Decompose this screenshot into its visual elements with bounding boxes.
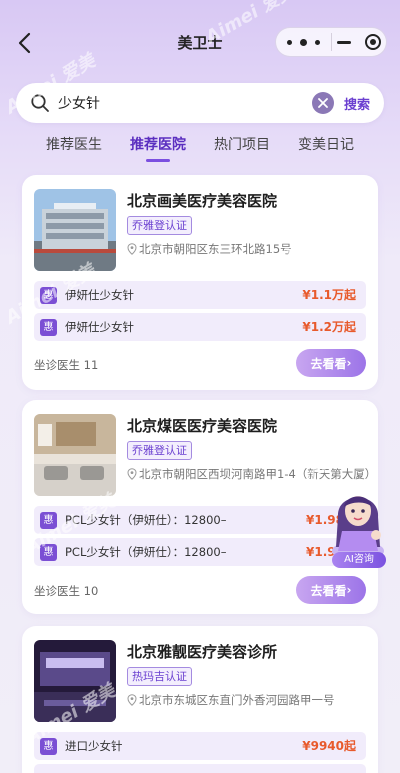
clear-search-button[interactable]	[311, 92, 334, 114]
active-tab-indicator	[146, 159, 170, 162]
view-hospital-button[interactable]: 去看看 ›	[296, 349, 366, 377]
promo-title: 伊妍仕少女针	[65, 288, 134, 302]
promo-price: ¥9940起	[302, 739, 356, 753]
discount-tag: 惠	[40, 318, 57, 336]
hospital-name: 北京画美医疗美容医院	[127, 192, 278, 210]
minimize-icon[interactable]	[336, 40, 351, 44]
tab-hot-projects[interactable]: 热门项目	[214, 134, 270, 154]
search-input[interactable]: 少女针	[58, 93, 312, 113]
promo-title: 伊妍仕少女针	[65, 320, 134, 334]
hospital-address: 北京市朝阳区东三环北路15号	[127, 241, 292, 257]
chevron-right-icon: ›	[346, 583, 352, 597]
discount-tag: 惠	[40, 286, 57, 304]
search-bar: 少女针 搜索	[16, 83, 384, 123]
hospital-address: 北京市东城区东直门外香河园路甲一号	[127, 692, 335, 708]
discount-tag: 惠	[40, 543, 57, 561]
close-target-icon[interactable]	[364, 34, 381, 50]
promo-item[interactable]: 惠 伊妍仕少女针 ¥1.2万起	[34, 313, 366, 341]
certification-badge: 热玛吉认证	[127, 667, 192, 686]
nav-bar: 美卫士	[0, 0, 400, 84]
certification-badge: 乔雅登认证	[127, 441, 192, 460]
hospital-card[interactable]: 北京画美医疗美容医院 乔雅登认证 北京市朝阳区东三环北路15号 惠 伊妍仕少女针…	[22, 175, 378, 390]
tab-recommended-hospitals[interactable]: 推荐医院	[130, 134, 186, 162]
location-pin-icon	[127, 243, 137, 255]
ai-assistant-label: AI咨询	[332, 552, 386, 568]
promo-title: PCL少女针（伊妍仕）：12800–	[65, 545, 227, 559]
hospital-photo	[34, 189, 116, 271]
promo-price: ¥1.2万起	[302, 320, 356, 334]
promo-price: ¥1.1万起	[302, 288, 356, 302]
view-hospital-button[interactable]: 去看看 ›	[296, 576, 366, 604]
location-pin-icon	[127, 694, 137, 706]
category-tabs: 推荐医生 推荐医院 热门项目 变美日记	[0, 134, 400, 164]
hospital-name: 北京煤医医疗美容医院	[127, 417, 278, 435]
mini-program-capsule	[275, 27, 387, 57]
promo-item[interactable]	[34, 764, 366, 773]
search-button[interactable]: 搜索	[344, 94, 370, 113]
doctor-count: 坐诊医生 10	[34, 584, 99, 598]
certification-badge: 乔雅登认证	[127, 216, 192, 235]
more-button[interactable]	[276, 27, 331, 57]
doctor-count: 坐诊医生 11	[34, 358, 99, 372]
tab-recommended-doctors[interactable]: 推荐医生	[46, 134, 102, 154]
discount-tag: 惠	[40, 737, 57, 755]
promo-item[interactable]: 惠 PCL少女针（伊妍仕）：12800– ¥1.98万	[34, 506, 366, 534]
search-icon	[31, 94, 49, 112]
tab-beauty-diary[interactable]: 变美日记	[298, 134, 354, 154]
promo-item[interactable]: 惠 PCL少女针（伊妍仕）：12800– ¥1.98万	[34, 538, 366, 566]
discount-tag: 惠	[40, 511, 57, 529]
close-icon	[318, 98, 328, 108]
hospital-photo	[34, 414, 116, 496]
promo-item[interactable]: 惠 进口少女针 ¥9940起	[34, 732, 366, 760]
promo-item[interactable]: 惠 伊妍仕少女针 ¥1.1万起	[34, 281, 366, 309]
hospital-name: 北京雅靓医疗美容诊所	[127, 643, 278, 661]
ai-avatar-icon	[332, 496, 384, 561]
location-pin-icon	[127, 468, 137, 480]
promo-title: PCL少女针（伊妍仕）：12800–	[65, 513, 227, 527]
hospital-photo	[34, 640, 116, 722]
hospital-card[interactable]: 北京煤医医疗美容医院 乔雅登认证 北京市朝阳区西坝河南路甲1-4（新天第大厦） …	[22, 400, 378, 614]
promo-title: 进口少女针	[65, 739, 123, 753]
back-arrow-icon[interactable]	[14, 30, 36, 56]
ai-assistant-button[interactable]: AI咨询	[328, 477, 388, 569]
hospital-card[interactable]: 北京雅靓医疗美容诊所 热玛吉认证 北京市东城区东直门外香河园路甲一号 惠 进口少…	[22, 626, 378, 773]
chevron-right-icon: ›	[346, 356, 352, 370]
capsule-actions	[331, 27, 386, 57]
more-dots-icon	[286, 39, 292, 45]
